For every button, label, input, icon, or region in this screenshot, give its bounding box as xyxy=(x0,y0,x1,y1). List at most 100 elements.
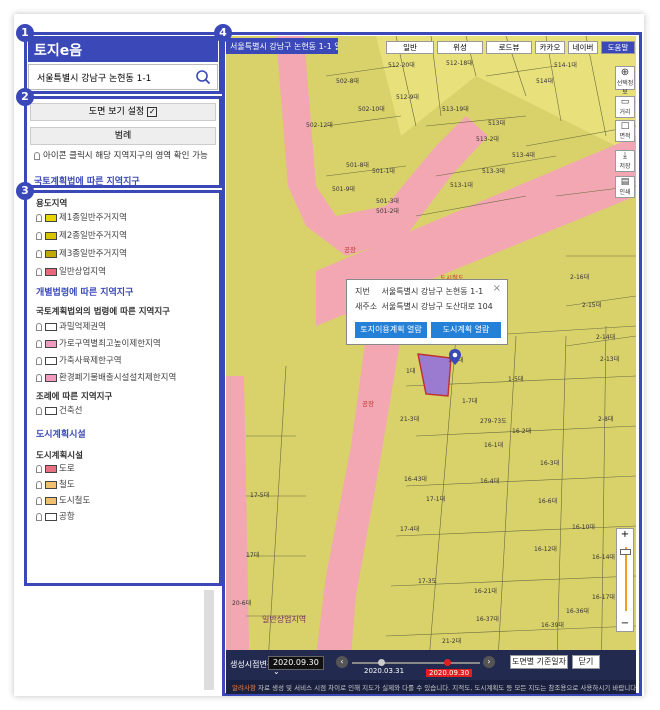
marker-2: 2 xyxy=(16,88,34,106)
parcel-label: 2-8대 xyxy=(598,416,614,423)
parcel-label: 17-1대 xyxy=(426,496,446,503)
layer-kakao-button[interactable]: 카카오 xyxy=(535,41,565,54)
parcel-label: 17대 xyxy=(246,552,260,559)
parcel-label: 502-8대 xyxy=(336,78,359,85)
notice-bar: 알려사항 자료 생성 및 서비스 시점 차이로 인해 지도가 실제와 다를 수 … xyxy=(226,680,636,694)
download-icon: ⤓ xyxy=(623,151,627,161)
plus-icon: ⊕ xyxy=(620,67,630,78)
layer-naver-button[interactable]: 네이버 xyxy=(568,41,598,54)
parcel-label: 1-7대 xyxy=(462,398,478,405)
jibun-key: 지번 xyxy=(355,287,370,296)
parcel-label: 16-21대 xyxy=(474,588,497,595)
parcel-label: 16-6대 xyxy=(538,498,558,505)
parcel-label: 501-1대 xyxy=(372,168,395,175)
parcel-label: 501-2대 xyxy=(376,208,399,215)
timeline-close-button[interactable]: 닫기 xyxy=(572,655,600,669)
date-select-value: 2020.09.30 xyxy=(273,658,319,667)
timeline-track[interactable] xyxy=(352,662,480,664)
timeline-next-icon[interactable]: › xyxy=(483,656,495,668)
layer-roadview-button[interactable]: 로드뷰 xyxy=(486,41,532,54)
parcel-label: 513-19대 xyxy=(442,106,469,113)
parcel-label: 501-8대 xyxy=(346,162,369,169)
parcel-label: 1-5대 xyxy=(508,376,524,383)
timeline-point-b[interactable] xyxy=(444,659,451,666)
highlight-box-2 xyxy=(24,96,222,188)
urban-plan-button[interactable]: 도시계획 열람 xyxy=(431,322,501,338)
jibun-value: 서울특별시 강남구 논현동 1-1 xyxy=(381,287,484,296)
parcel-label: 502-10대 xyxy=(358,106,385,113)
parcel-label: 513-4대 xyxy=(512,152,535,159)
parcel-label: 16-39대 xyxy=(541,622,564,629)
layer-naver-label: 네이버 xyxy=(572,43,594,52)
help-button[interactable]: 도움말 xyxy=(601,41,635,54)
parcel-label: 512-9대 xyxy=(396,94,419,101)
parcel-label: 16-4대 xyxy=(480,478,500,485)
timeline-prev-icon[interactable]: ‹ xyxy=(336,656,348,668)
zoom-handle[interactable] xyxy=(620,549,631,555)
parcel-label: 16-43대 xyxy=(404,476,427,483)
marker-1: 1 xyxy=(16,24,34,42)
zone-label: 일반상업지역 xyxy=(262,615,307,624)
parcel-label: 16-1대 xyxy=(484,442,504,449)
select-info-label: 선택정보 xyxy=(616,80,634,96)
zoom-slider[interactable] xyxy=(625,547,627,611)
layer-roadview-label: 로드뷰 xyxy=(498,43,520,52)
layer-satellite-label: 위성 xyxy=(453,43,467,52)
parcel-label: 16-14대 xyxy=(592,554,615,561)
zoom-in-icon[interactable]: + xyxy=(617,529,633,540)
chevron-down-icon: ⌄ xyxy=(273,667,280,676)
panel-scrollbar[interactable] xyxy=(204,590,214,690)
layer-satellite-button[interactable]: 위성 xyxy=(437,41,483,54)
parcel-label: 512-18대 xyxy=(446,60,473,67)
notice-title: 알려사항 xyxy=(232,684,256,692)
land-use-plan-button[interactable]: 토지이용계획 열람 xyxy=(355,322,427,338)
road-label: 공장 xyxy=(344,246,356,254)
parcel-label: 21-3대 xyxy=(400,416,420,423)
parcel-label: 17-4대 xyxy=(400,526,420,533)
parcel-label: 502-12대 xyxy=(306,122,333,129)
parcel-label: 513대 xyxy=(488,120,505,127)
layer-basic-button[interactable]: 일반 xyxy=(386,41,434,54)
parcel-label: 20-6대 xyxy=(232,600,252,607)
parcel-label: 512-20대 xyxy=(388,62,415,69)
highlight-box-3 xyxy=(24,190,222,586)
distance-button[interactable]: ▭ 거리 xyxy=(615,96,635,118)
area-button[interactable]: □ 면적 xyxy=(615,120,635,142)
print-button[interactable]: ▤ 인쇄 xyxy=(615,176,635,198)
timeline-point-a[interactable] xyxy=(378,659,385,666)
marker-3: 3 xyxy=(16,182,34,200)
layer-basic-label: 일반 xyxy=(403,43,417,52)
parcel-label: 513-2대 xyxy=(476,136,499,143)
help-label: 도움말 xyxy=(607,43,629,52)
parcel-label: 514-1대 xyxy=(554,62,577,69)
parcel-label: 501-9대 xyxy=(332,186,355,193)
print-label: 인쇄 xyxy=(619,189,631,196)
close-icon[interactable]: × xyxy=(493,283,501,294)
compare-date-button[interactable]: 도면별 기준일자 xyxy=(510,655,568,669)
map-title: 서울특별시 강남구 논현동 1-1 일대 xyxy=(226,38,338,54)
notice-text: 자료 생성 및 서비스 시점 차이로 인해 지도가 실제와 다를 수 있습니다.… xyxy=(258,684,636,692)
area-label: 면적 xyxy=(619,133,631,140)
parcel-popup: × 지번 서울특별시 강남구 논현동 1-1 새주소 서울특별시 강남구 도산대… xyxy=(346,279,508,345)
parcel-label: 2-13대 xyxy=(600,356,620,363)
parcel-label: 21-2대 xyxy=(442,638,462,645)
parcel-label: 513-1대 xyxy=(450,182,473,189)
parcel-label: 17-5대 xyxy=(250,492,270,499)
location-pin-icon xyxy=(449,349,461,365)
parcel-label: 279-73도 xyxy=(480,418,507,425)
select-info-button[interactable]: ⊕ 선택정보 xyxy=(615,66,635,96)
zoom-out-icon[interactable]: − xyxy=(617,618,633,629)
highlight-box-1 xyxy=(24,32,222,94)
zoom-control[interactable]: + − xyxy=(616,528,634,632)
date-select[interactable]: 2020.09.30 ⌄ xyxy=(268,656,324,676)
parcel-label: 16-37대 xyxy=(476,616,499,623)
parcel-label: 2-14대 xyxy=(596,334,616,341)
road-address-value: 서울특별시 강남구 도산대로 104 xyxy=(381,302,493,311)
parcel-label: 2-15대 xyxy=(582,302,602,309)
save-button[interactable]: ⤓ 저장 xyxy=(615,150,635,172)
parcel-label: 514대 xyxy=(536,78,553,85)
marker-4: 4 xyxy=(214,24,232,42)
save-label: 저장 xyxy=(619,163,631,170)
timeline-date-a: 2020.03.31 xyxy=(364,667,405,675)
parcel-label: 501-3대 xyxy=(376,198,399,205)
